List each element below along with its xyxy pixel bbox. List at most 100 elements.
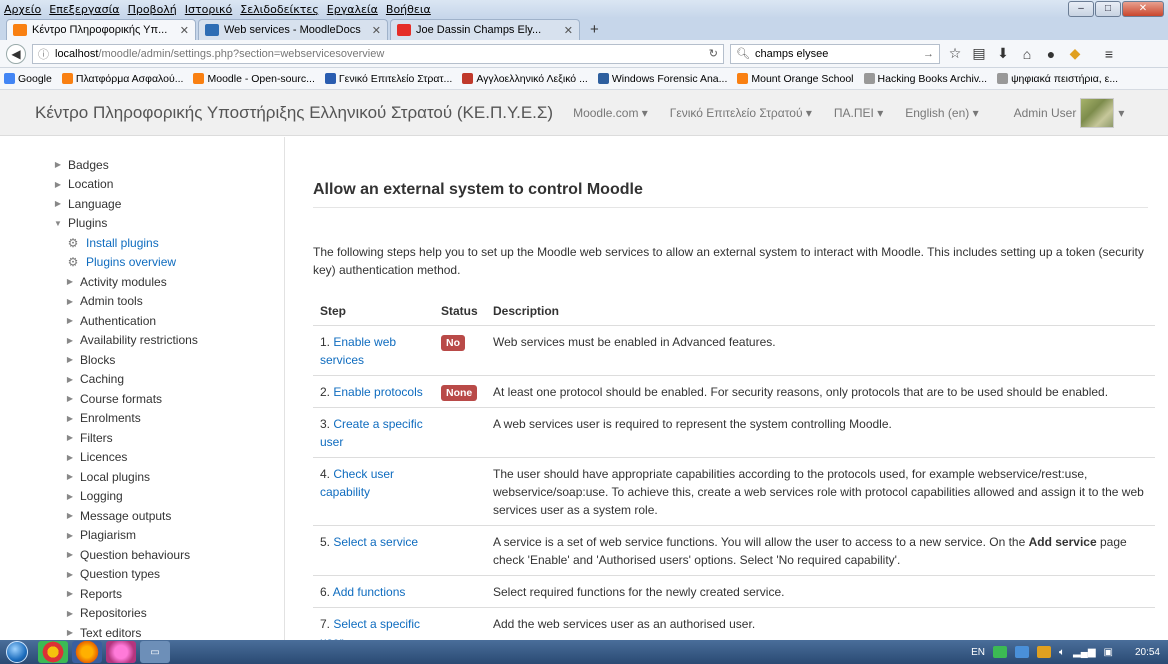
user-menu[interactable]: Admin User ▾ bbox=[1014, 97, 1124, 128]
tray-app-icon[interactable] bbox=[993, 646, 1008, 658]
table-header-row: Step Status Description bbox=[313, 297, 1155, 326]
bookmark-item[interactable]: Mount Orange School bbox=[737, 73, 854, 85]
chat-icon[interactable]: ● bbox=[1042, 46, 1060, 62]
bookmark-item[interactable]: Moodle - Open-sourc... bbox=[193, 73, 315, 85]
header-nav-item[interactable]: Moodle.com ▾ bbox=[573, 106, 648, 120]
step-link[interactable]: Select a service bbox=[333, 535, 418, 549]
pocket-icon[interactable]: ◆ bbox=[1066, 45, 1084, 62]
sidebar-item[interactable]: ▶ Logging bbox=[54, 487, 198, 507]
close-tab-icon[interactable]: ✕ bbox=[180, 24, 189, 37]
step-link[interactable]: Enable protocols bbox=[333, 385, 422, 399]
close-tab-icon[interactable]: ✕ bbox=[564, 24, 573, 37]
sidebar-item[interactable]: ⚙ Plugins overview bbox=[54, 253, 198, 273]
new-tab-button[interactable]: + bbox=[582, 20, 607, 40]
sidebar-item[interactable]: ▶ Course formats bbox=[54, 389, 198, 409]
sidebar-item[interactable]: ▶ Activity modules bbox=[54, 272, 198, 292]
clock[interactable]: 20:54 bbox=[1135, 647, 1160, 658]
input-language[interactable]: EN bbox=[971, 647, 985, 658]
sidebar-item-label: Question behaviours bbox=[80, 547, 191, 562]
sidebar-item[interactable]: ▶ Repositories bbox=[54, 604, 198, 624]
reading-list-icon[interactable]: ▤ bbox=[970, 45, 988, 62]
browser-tab[interactable]: Κέντρο Πληροφορικής Υπ... ✕ bbox=[6, 19, 196, 40]
sidebar-item[interactable]: ▶ Licences bbox=[54, 448, 198, 468]
sidebar-item[interactable]: ▶ Message outputs bbox=[54, 506, 198, 526]
sidebar-item[interactable]: ▶ Caching bbox=[54, 370, 198, 390]
menu-item[interactable]: Βοήθεια bbox=[386, 3, 431, 16]
menu-item[interactable]: Επεξεργασία bbox=[49, 3, 119, 16]
tray-flag-icon[interactable] bbox=[1037, 646, 1052, 658]
bookmark-item[interactable]: Αγγλοελληνικό Λεξικό ... bbox=[462, 73, 588, 85]
bookmark-item[interactable]: Γενικό Επιτελείο Στρατ... bbox=[324, 73, 452, 85]
title-divider bbox=[313, 207, 1148, 208]
sidebar-item[interactable]: ▶ Blocks bbox=[54, 350, 198, 370]
volume-icon[interactable]: 🔈︎ bbox=[1059, 647, 1065, 658]
taskbar-app-icon[interactable] bbox=[106, 641, 136, 663]
sidebar-item-label: Logging bbox=[80, 489, 123, 504]
sidebar-item[interactable]: ▶ Enrolments bbox=[54, 409, 198, 429]
address-bar[interactable]: ⓘ localhost/moodle/admin/settings.php?se… bbox=[32, 43, 724, 64]
menu-item[interactable]: Ιστορικό bbox=[185, 3, 233, 16]
step-link[interactable]: Add functions bbox=[333, 585, 406, 599]
site-name[interactable]: Κέντρο Πληροφορικής Υποστήριξης Ελληνικο… bbox=[35, 103, 553, 123]
header-nav-item[interactable]: English (en) ▾ bbox=[905, 106, 978, 120]
caret-right-icon: ▶ bbox=[66, 413, 74, 423]
step-link[interactable]: Create a specific user bbox=[320, 417, 423, 449]
sidebar-item[interactable]: ▶ Authentication bbox=[54, 311, 198, 331]
caret-right-icon: ▶ bbox=[66, 491, 74, 501]
sidebar-item[interactable]: ▶ Filters bbox=[54, 428, 198, 448]
menu-item[interactable]: Προβολή bbox=[128, 3, 177, 16]
bookmark-item[interactable]: Windows Forensic Ana... bbox=[597, 73, 727, 85]
sidebar-item[interactable]: ▶ Plagiarism bbox=[54, 526, 198, 546]
sidebar-item[interactable]: ▶ Admin tools bbox=[54, 292, 198, 312]
sidebar-item[interactable]: ▼ Plugins bbox=[54, 214, 198, 234]
close-window-button[interactable]: ✕ bbox=[1122, 1, 1164, 17]
home-icon[interactable]: ⌂ bbox=[1018, 46, 1036, 62]
bookmark-item[interactable]: Hacking Books Archiv... bbox=[863, 73, 987, 85]
sidebar-link[interactable]: Plugins overview bbox=[86, 255, 176, 269]
taskbar-firefox-icon[interactable] bbox=[72, 641, 102, 663]
start-button[interactable] bbox=[0, 640, 34, 664]
maximize-button[interactable]: □ bbox=[1095, 1, 1121, 17]
site-info-icon[interactable]: ⓘ bbox=[38, 46, 49, 62]
step-link[interactable]: Select a specific user bbox=[320, 617, 420, 641]
browser-tab[interactable]: Joe Dassin Champs Ely... ✕ bbox=[390, 19, 580, 40]
menu-icon[interactable]: ≡ bbox=[1100, 46, 1118, 62]
header-nav-item[interactable]: Γενικό Επιτελείο Στρατού ▾ bbox=[670, 106, 812, 120]
sidebar-item[interactable]: ▶ Availability restrictions bbox=[54, 331, 198, 351]
sidebar-item[interactable]: ▶ Question behaviours bbox=[54, 545, 198, 565]
bookmark-item[interactable]: ψηφιακά πειστήρια, ε... bbox=[997, 73, 1118, 85]
table-row: 3. Create a specific user A web services … bbox=[313, 406, 1155, 457]
search-field[interactable]: 🔍︎ champs elysee → bbox=[730, 43, 940, 64]
reload-icon[interactable]: ↻ bbox=[709, 47, 718, 60]
bookmark-icon bbox=[324, 73, 336, 84]
sidebar-item[interactable]: ⚙ Install plugins bbox=[54, 233, 198, 253]
close-tab-icon[interactable]: ✕ bbox=[372, 24, 381, 37]
taskbar-explorer-icon[interactable]: ▭ bbox=[140, 641, 170, 663]
menu-item[interactable]: Εργαλεία bbox=[327, 3, 378, 16]
sidebar-item[interactable]: ▶ Question types bbox=[54, 565, 198, 585]
downloads-icon[interactable]: ⬇ bbox=[994, 45, 1012, 62]
bookmark-item[interactable]: Πλατφόρμα Ασφαλού... bbox=[61, 73, 183, 85]
menu-item[interactable]: Αρχείο bbox=[4, 3, 41, 16]
sidebar-item[interactable]: ▶ Language bbox=[54, 194, 198, 214]
sidebar-item[interactable]: ▶ Local plugins bbox=[54, 467, 198, 487]
sidebar-item[interactable]: ▶ Location bbox=[54, 175, 198, 195]
search-go-icon[interactable]: → bbox=[923, 48, 934, 60]
bookmark-icon bbox=[462, 73, 474, 84]
back-button[interactable]: ◀ bbox=[6, 43, 26, 64]
status-badge: None bbox=[441, 384, 478, 401]
bookmark-item[interactable]: Google bbox=[4, 73, 52, 85]
signal-icon[interactable]: ▂▄▆ bbox=[1073, 647, 1095, 658]
tray-extra-icon[interactable]: ▣ bbox=[1104, 647, 1113, 658]
sidebar-link[interactable]: Install plugins bbox=[86, 236, 159, 250]
sidebar-item[interactable]: ▶ Reports bbox=[54, 584, 198, 604]
browser-tab[interactable]: Web services - MoodleDocs ✕ bbox=[198, 19, 388, 40]
menu-item[interactable]: Σελιδοδείκτες bbox=[240, 3, 319, 16]
minimize-button[interactable]: – bbox=[1068, 1, 1094, 17]
taskbar-chrome-icon[interactable] bbox=[38, 641, 68, 663]
tray-network-icon[interactable] bbox=[1015, 646, 1030, 658]
sidebar-item[interactable]: ▶ Badges bbox=[54, 155, 198, 175]
bookmark-star-icon[interactable]: ☆ bbox=[946, 45, 964, 62]
sidebar-item[interactable]: ▶ Text editors bbox=[54, 623, 198, 640]
header-nav-item[interactable]: ΠΑ.ΠΕΙ ▾ bbox=[834, 106, 883, 120]
